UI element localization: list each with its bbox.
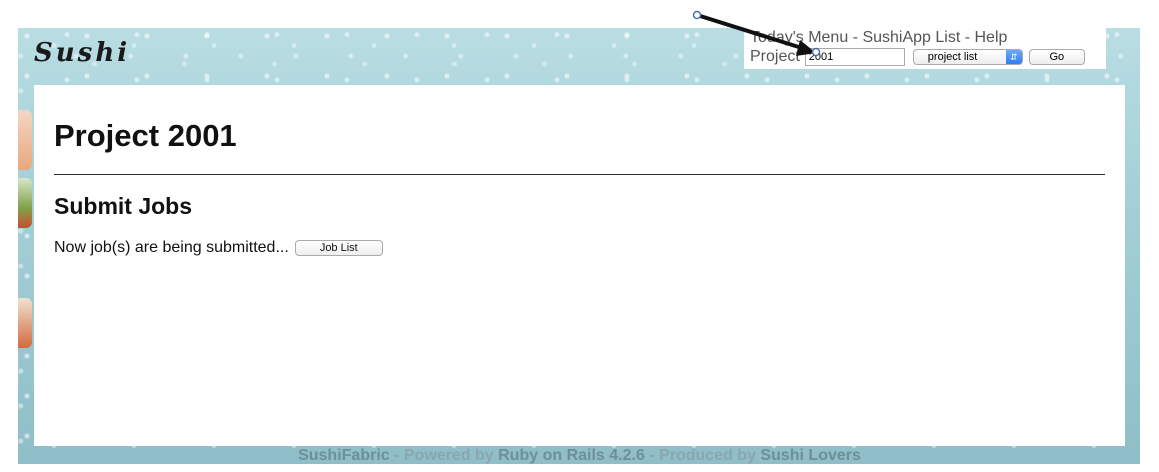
- arrow-shaft: [696, 13, 806, 51]
- annotation-arrow: [692, 10, 821, 57]
- arrow-end-handle: [811, 47, 821, 57]
- arrow-start-handle: [692, 10, 702, 20]
